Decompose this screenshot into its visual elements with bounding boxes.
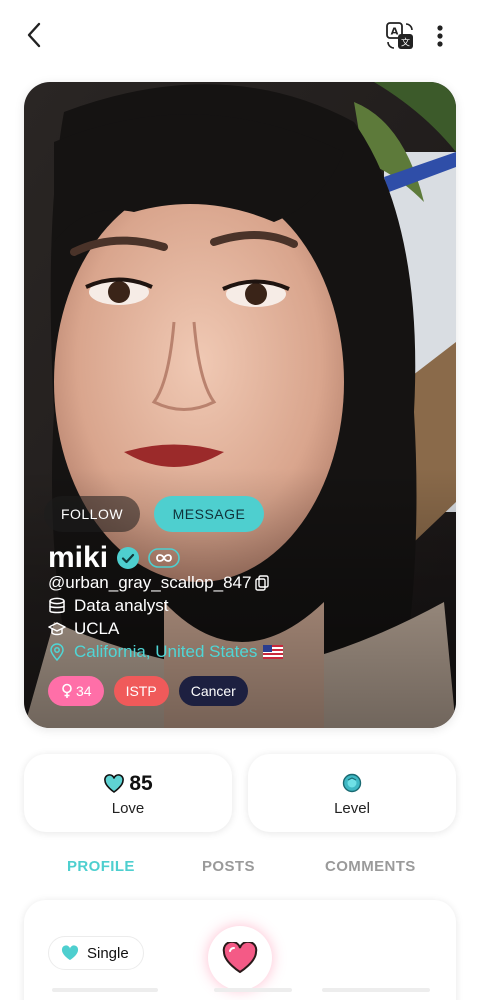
level-icon-row <box>248 772 456 794</box>
verified-badge-icon <box>117 547 140 569</box>
love-stat-card[interactable]: 85 Love <box>24 754 232 832</box>
gender-age-tag: 34 <box>48 676 104 706</box>
occupation-text: Data analyst <box>74 596 169 615</box>
mbti-tag: ISTP <box>113 676 169 706</box>
level-label: Level <box>334 800 370 817</box>
mbti-text: ISTP <box>125 683 157 699</box>
love-value-row: 85 <box>24 772 232 796</box>
level-stat-card[interactable]: Level <box>248 754 456 832</box>
translate-icon: A 文 <box>386 22 413 49</box>
svg-text:A: A <box>391 27 399 38</box>
profile-tabs: PROFILE POSTS COMMENTS <box>0 852 480 882</box>
age-text: 34 <box>76 683 92 699</box>
svg-text:文: 文 <box>401 37 410 49</box>
chevron-left-icon <box>27 22 41 48</box>
location-pin-icon <box>50 643 64 661</box>
like-heart-button[interactable] <box>208 926 272 990</box>
username: @urban_gray_scallop_847 <box>48 573 252 592</box>
tab-comments[interactable]: COMMENTS <box>325 858 416 875</box>
heart-outline-icon <box>104 774 125 793</box>
location-row: California, United States <box>48 641 284 663</box>
zodiac-tag: Cancer <box>178 676 248 706</box>
love-value: 85 <box>129 772 153 795</box>
school-text: UCLA <box>74 619 120 638</box>
follow-button[interactable]: FOLLOW <box>44 496 140 532</box>
female-icon <box>62 683 72 698</box>
love-label: Love <box>111 800 145 817</box>
school-row: UCLA <box>48 618 119 640</box>
profile-photo-card[interactable]: FOLLOW MESSAGE miki @urban_gray_scallop_… <box>24 82 456 728</box>
profile-name: miki <box>48 541 109 574</box>
copy-icon[interactable] <box>255 575 270 591</box>
tab-posts[interactable]: POSTS <box>202 858 255 875</box>
top-bar: A 文 <box>0 0 480 72</box>
graduation-cap-icon <box>48 622 66 636</box>
infinity-badge-icon <box>148 548 180 568</box>
database-icon <box>49 597 65 614</box>
zodiac-text: Cancer <box>190 683 236 699</box>
location-text[interactable]: California, United States <box>74 642 257 662</box>
tag-row: 34 ISTP Cancer <box>48 676 248 706</box>
heart-icon <box>61 945 79 960</box>
placeholder-line <box>52 988 158 992</box>
back-button[interactable] <box>20 18 52 52</box>
more-vertical-icon <box>437 25 443 47</box>
heart-filled-icon <box>222 942 258 974</box>
username-row: @urban_gray_scallop_847 <box>48 572 270 594</box>
relationship-text: Single <box>87 944 129 962</box>
translate-button[interactable]: A 文 <box>384 20 416 52</box>
occupation-row: Data analyst <box>48 595 169 617</box>
message-button[interactable]: MESSAGE <box>154 496 264 532</box>
more-options-button[interactable] <box>428 20 452 52</box>
placeholder-line <box>322 988 430 992</box>
level-gem-icon <box>342 773 362 793</box>
relationship-chip: Single <box>48 936 144 970</box>
us-flag-icon <box>263 645 284 659</box>
placeholder-line <box>214 988 292 992</box>
tab-profile[interactable]: PROFILE <box>67 858 135 875</box>
